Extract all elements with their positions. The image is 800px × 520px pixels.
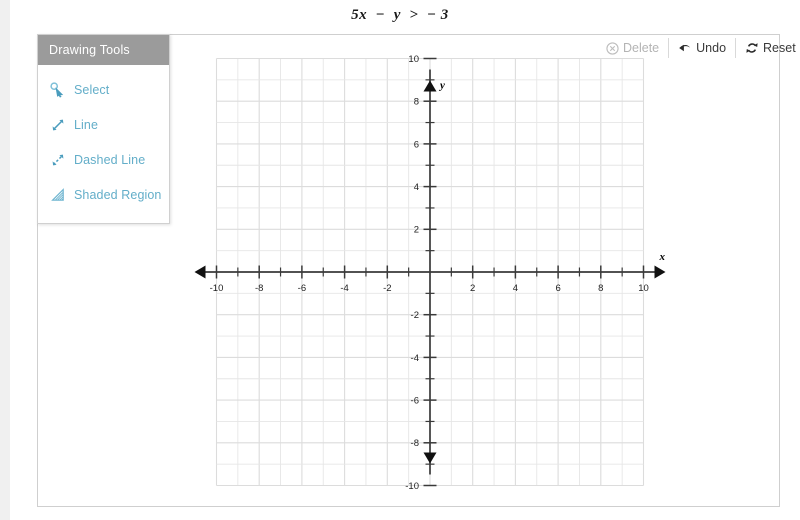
tool-label-line: Line: [74, 117, 99, 132]
x-tick-label: 2: [470, 283, 475, 294]
undo-arrow-icon: [678, 41, 692, 55]
cursor-icon: [49, 81, 66, 98]
refresh-icon: [745, 41, 759, 55]
undo-button[interactable]: Undo: [669, 38, 737, 58]
y-tick-label: 6: [414, 139, 419, 150]
x-tick-label: -2: [383, 283, 391, 294]
x-tick-label: 10: [638, 283, 649, 294]
line-arrow-icon: [49, 116, 66, 133]
page-title: 5x − y > − 3: [351, 7, 449, 23]
tool-item-line[interactable]: Line: [38, 107, 169, 142]
drawing-tools-header: Drawing Tools: [38, 35, 169, 65]
y-tick-label: 10: [408, 54, 419, 65]
tool-item-dashed-line[interactable]: Dashed Line: [38, 142, 169, 177]
dashed-line-arrow-icon: [49, 151, 66, 168]
y-tick-label: -2: [411, 310, 419, 321]
x-tick-label: 4: [513, 283, 518, 294]
x-tick-label: -10: [210, 283, 224, 294]
x-tick-label: -8: [255, 283, 263, 294]
drawing-tools-list: Select Line Dashed Line Shaded Region: [38, 65, 169, 223]
x-tick-label: -6: [298, 283, 306, 294]
axis-lines: [194, 69, 666, 475]
tool-item-select[interactable]: Select: [38, 72, 169, 107]
graph-action-buttons: Delete Undo Reset: [596, 38, 800, 58]
page-right-gutter: [790, 0, 800, 520]
tool-label-dashed-line: Dashed Line: [74, 152, 146, 167]
drawing-tools-panel: Drawing Tools Select Line Dashed Line Sh…: [37, 34, 170, 224]
x-axis-label: x: [659, 251, 666, 263]
circle-x-icon: [605, 41, 619, 55]
delete-button[interactable]: Delete: [596, 38, 670, 58]
tool-label-select: Select: [74, 82, 110, 97]
y-tick-label: 4: [414, 182, 419, 193]
reset-button[interactable]: Reset: [736, 38, 800, 58]
shaded-region-icon: [49, 186, 66, 203]
y-tick-label: -6: [411, 396, 419, 407]
page-left-gutter: [0, 0, 10, 520]
y-tick-label: -4: [411, 353, 419, 364]
y-tick-label: -8: [411, 438, 419, 449]
y-tick-label: -10: [405, 481, 419, 492]
reset-button-label: Reset: [763, 41, 796, 55]
delete-button-label: Delete: [623, 41, 660, 55]
y-tick-label: 2: [414, 225, 419, 236]
y-tick-label: 8: [414, 97, 419, 108]
x-tick-label: 6: [555, 283, 560, 294]
coordinate-graph[interactable]: -10 -8 -6 -4 -2 2 4 6 8 10 10 8 6 4 2 -2 -4 -6 -8 -10 x y: [170, 34, 680, 507]
tool-label-shaded-region: Shaded Region: [74, 187, 162, 202]
y-axis-label: y: [438, 80, 445, 92]
x-tick-label: 8: [598, 283, 603, 294]
tool-item-shaded-region[interactable]: Shaded Region: [38, 177, 169, 212]
x-tick-label: -4: [340, 283, 348, 294]
undo-button-label: Undo: [696, 41, 727, 55]
